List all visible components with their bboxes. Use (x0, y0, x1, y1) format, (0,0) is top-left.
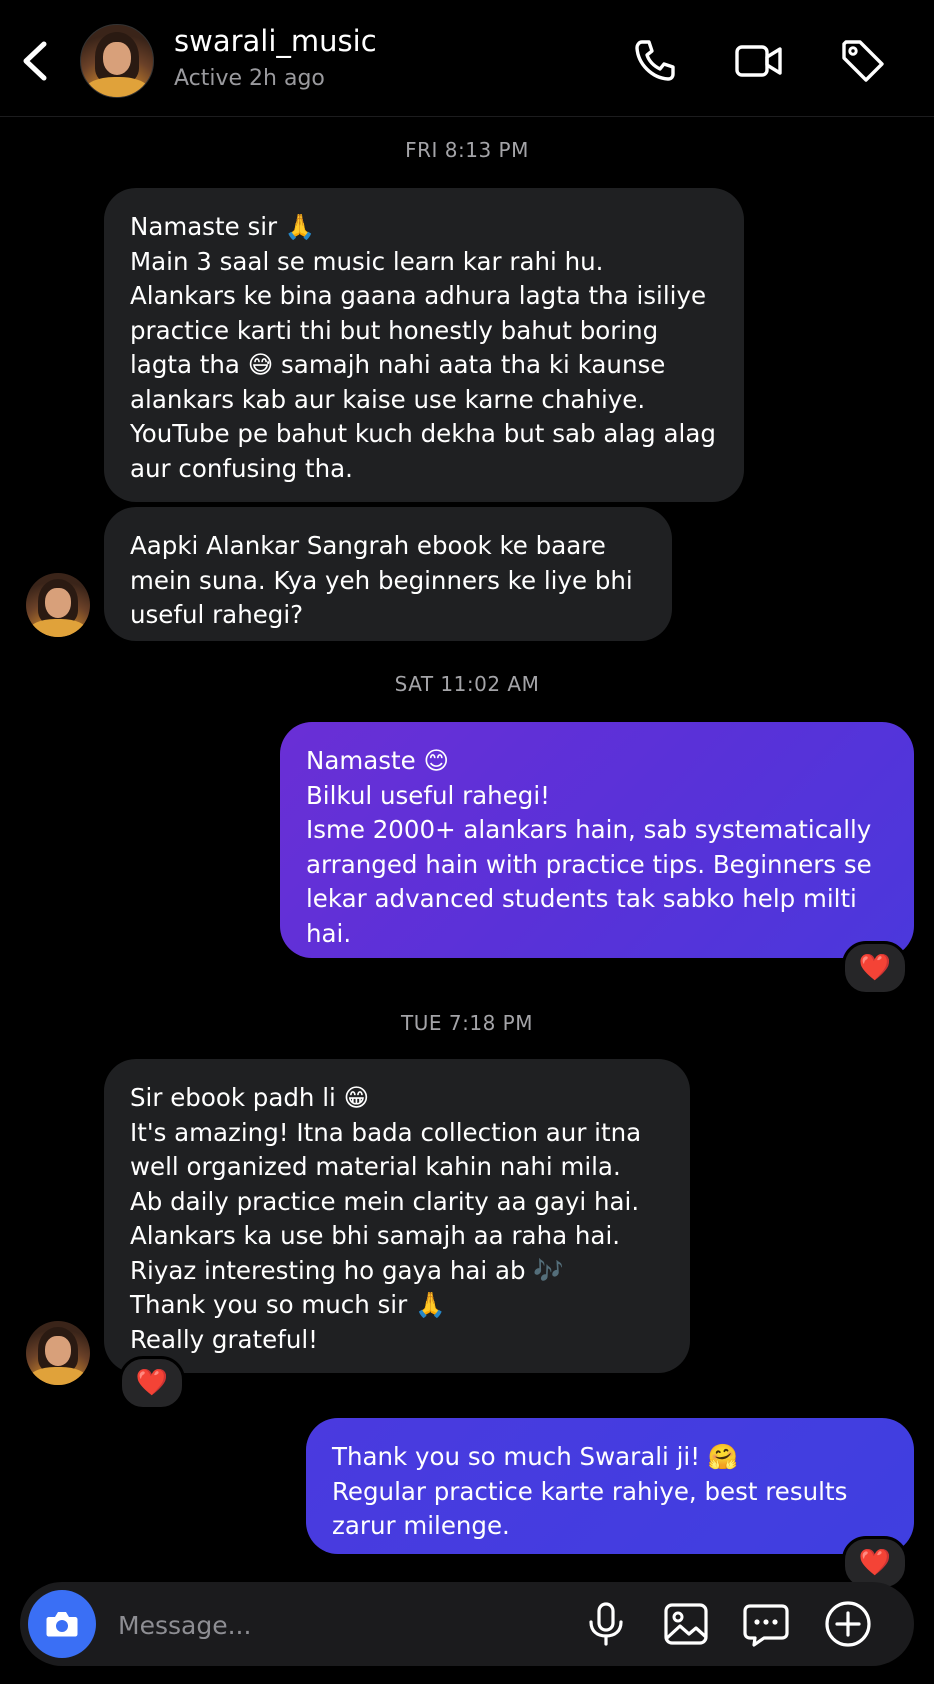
avatar[interactable] (80, 24, 154, 98)
message-bubble[interactable]: Aapki Alankar Sangrah ebook ke baare mei… (104, 507, 672, 641)
video-camera-icon[interactable] (734, 36, 784, 86)
back-chevron-icon[interactable] (18, 38, 52, 84)
timestamp: TUE 7:18 PM (401, 1011, 533, 1035)
heart-reaction[interactable]: ❤️ (119, 1356, 185, 1410)
sender-avatar[interactable] (26, 1321, 90, 1385)
message-bubble[interactable]: Namaste sir 🙏 Main 3 saal se music learn… (104, 188, 744, 502)
phone-icon[interactable] (630, 36, 680, 86)
message-input[interactable] (116, 1600, 520, 1650)
sender-avatar[interactable] (26, 573, 90, 637)
message-bubble[interactable]: Sir ebook padh li 😁 It's amazing! Itna b… (104, 1059, 690, 1373)
tag-icon[interactable] (838, 36, 888, 86)
chat-header: swarali_music Active 2h ago (0, 0, 934, 117)
plus-icon[interactable] (822, 1598, 874, 1650)
active-status: Active 2h ago (174, 66, 325, 91)
message-bubble[interactable]: Namaste 😊 Bilkul useful rahegi! Isme 200… (280, 722, 914, 958)
timestamp: SAT 11:02 AM (394, 672, 540, 696)
username[interactable]: swarali_music (174, 24, 377, 58)
microphone-icon[interactable] (580, 1598, 632, 1650)
camera-button[interactable] (28, 1590, 96, 1658)
timestamp: FRI 8:13 PM (405, 138, 529, 162)
sticker-chat-icon[interactable] (740, 1598, 792, 1650)
message-bubble[interactable]: Thank you so much Swarali ji! 🤗 Regular … (306, 1418, 914, 1554)
message-composer (20, 1582, 914, 1666)
camera-icon (46, 1612, 78, 1637)
image-icon[interactable] (660, 1598, 712, 1650)
heart-reaction[interactable]: ❤️ (842, 941, 908, 995)
